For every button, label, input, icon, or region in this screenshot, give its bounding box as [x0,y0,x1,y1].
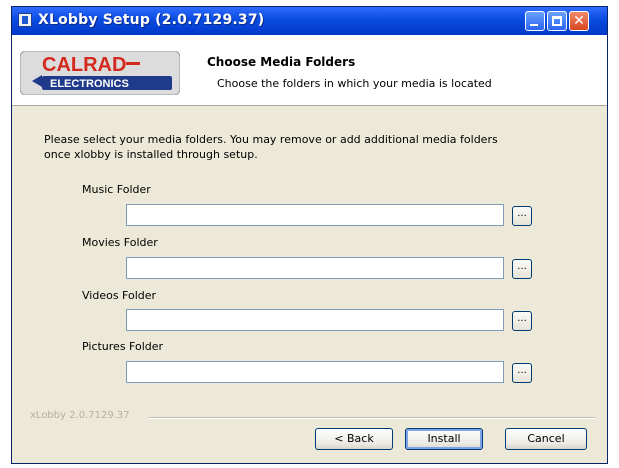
minimize-button[interactable] [525,11,545,31]
instructions-text: Please select your media folders. You ma… [44,133,498,161]
music-browse-button[interactable]: ... [512,206,532,226]
logo-top-text: CALRAD [42,54,126,76]
installer-icon [18,13,32,27]
close-icon: ✕ [573,13,585,29]
pictures-folder-input[interactable] [126,361,504,383]
cancel-button[interactable]: Cancel [505,428,587,450]
page-subtitle: Choose the folders in which your media i… [217,77,492,90]
close-button[interactable]: ✕ [569,11,589,31]
wizard-header: CALRAD ELECTRONICS Choose Media Folders … [12,35,607,106]
install-button[interactable]: Install [405,428,483,450]
music-folder-label: Music Folder [82,183,151,196]
movies-folder-label: Movies Folder [82,236,158,249]
videos-folder-input[interactable] [126,309,504,331]
back-button[interactable]: < Back [315,428,393,450]
movies-browse-button[interactable]: ... [512,259,532,279]
music-folder-input[interactable] [126,204,504,226]
pictures-browse-button[interactable]: ... [512,363,532,383]
title-bar[interactable]: XLobby Setup (2.0.7129.37) ✕ [12,7,607,35]
window-title: XLobby Setup (2.0.7129.37) [38,12,265,28]
maximize-button[interactable] [547,11,567,31]
logo-bottom-text: ELECTRONICS [50,78,129,90]
movies-folder-input[interactable] [126,257,504,279]
pictures-folder-label: Pictures Folder [82,340,164,353]
videos-folder-label: Videos Folder [82,289,157,302]
installer-branding: xLobby 2.0.7129.37 [30,410,130,421]
videos-browse-button[interactable]: ... [512,311,532,331]
footer-divider [148,417,596,419]
setup-window: XLobby Setup (2.0.7129.37) ✕ CALRAD ELEC… [11,6,608,464]
calrad-logo: CALRAD ELECTRONICS [20,51,180,95]
page-title: Choose Media Folders [207,55,356,69]
